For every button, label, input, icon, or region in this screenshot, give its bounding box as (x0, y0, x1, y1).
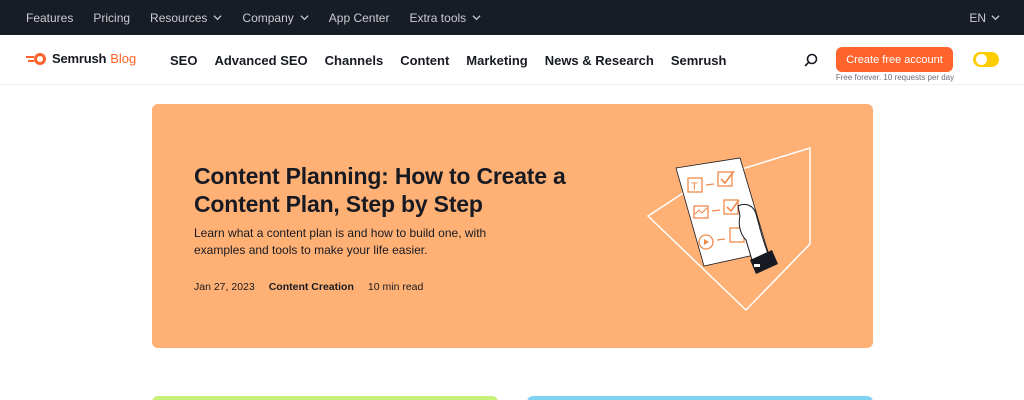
topbar-link-label: Company (242, 10, 294, 25)
nav-item-seo[interactable]: SEO (170, 53, 197, 68)
article-meta: Jan 27, 2023 Content Creation 10 min rea… (194, 281, 423, 293)
language-label: EN (969, 10, 986, 25)
featured-article-card[interactable]: Content Planning: How to Create a Conten… (152, 104, 873, 348)
chevron-down-icon (213, 15, 222, 21)
topbar-link-app-center[interactable]: App Center (329, 11, 390, 25)
semrush-logo-icon (26, 52, 46, 65)
article-card-preview[interactable] (527, 396, 873, 400)
svg-text:T: T (691, 181, 698, 193)
article-category[interactable]: Content Creation (269, 281, 354, 293)
brand-suffix: Blog (110, 51, 137, 66)
chevron-down-icon (991, 15, 1000, 21)
chevron-down-icon (472, 15, 481, 21)
chevron-down-icon (300, 15, 309, 21)
theme-toggle[interactable] (973, 52, 999, 67)
topbar-link-label: Features (26, 10, 74, 25)
top-utility-bar: Features Pricing Resources Company App C… (0, 0, 1024, 35)
topbar-link-company[interactable]: Company (242, 10, 309, 25)
topbar-link-resources[interactable]: Resources (150, 11, 222, 25)
topbar-link-features[interactable]: Features (26, 11, 73, 25)
nav-item-news-research[interactable]: News & Research (545, 53, 654, 68)
search-icon[interactable] (803, 52, 819, 68)
nav-item-advanced-seo[interactable]: Advanced SEO (214, 53, 307, 68)
article-description: Learn what a content plan is and how to … (194, 226, 487, 257)
nav-links: SEO Advanced SEO Channels Content Market… (170, 35, 743, 85)
article-date: Jan 27, 2023 (194, 281, 255, 293)
nav-item-semrush[interactable]: Semrush (671, 53, 727, 68)
theme-toggle-icon (976, 54, 987, 65)
topbar-link-label: App Center (328, 10, 390, 25)
article-title[interactable]: Content Planning: How to Create a Conten… (194, 162, 614, 218)
article-card-preview[interactable] (152, 396, 498, 400)
create-account-button[interactable]: Create free account (836, 47, 953, 72)
language-selector[interactable]: EN (969, 0, 1000, 35)
nav-item-marketing[interactable]: Marketing (466, 53, 527, 68)
nav-item-channels[interactable]: Channels (325, 53, 384, 68)
topbar-link-extra-tools[interactable]: Extra tools (409, 11, 481, 25)
article-read-time: 10 min read (367, 281, 424, 293)
topbar-link-label: Extra tools (409, 10, 467, 25)
topbar-link-label: Resources (150, 10, 208, 25)
site-logo[interactable]: Semrush Blog (26, 51, 136, 66)
topbar-link-pricing[interactable]: Pricing (93, 11, 130, 25)
brand-name: Semrush (52, 51, 107, 66)
nav-item-content[interactable]: Content (400, 53, 449, 68)
cta-subtext: Free forever. 10 requests per day (835, 73, 955, 82)
topbar-link-label: Pricing (93, 10, 131, 25)
checklist-illustration: T (646, 146, 811, 312)
